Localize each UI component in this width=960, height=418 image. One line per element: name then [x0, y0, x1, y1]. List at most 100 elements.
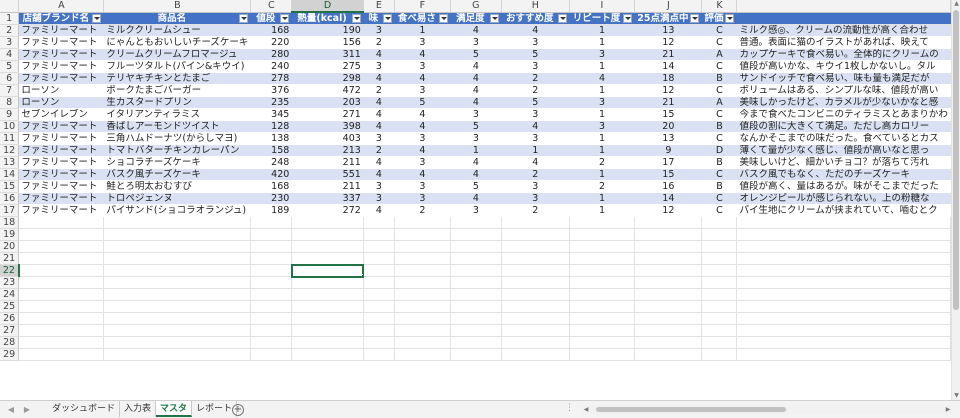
sheet-tab[interactable]: マスタ — [156, 401, 193, 417]
empty-cell[interactable] — [569, 240, 636, 253]
table-cell[interactable]: 13 — [634, 24, 703, 37]
table-cell[interactable]: 値段が高く、量はあるが。味がそこまでだった — [736, 180, 951, 193]
empty-cell[interactable] — [569, 348, 636, 361]
table-cell[interactable]: 3 — [501, 132, 570, 145]
table-cell[interactable]: 13 — [634, 132, 703, 145]
table-cell[interactable]: 3 — [363, 24, 395, 37]
table-header-cell[interactable]: 味 — [363, 12, 395, 25]
select-all-corner[interactable] — [0, 0, 20, 13]
empty-cell[interactable] — [18, 240, 105, 253]
empty-cell[interactable] — [501, 300, 570, 313]
table-cell[interactable]: 4 — [394, 48, 451, 61]
table-cell[interactable]: ボリュームはある、シンプルな味、値段が高い — [736, 84, 951, 97]
table-cell[interactable]: 3 — [501, 60, 570, 73]
row-header-9[interactable]: 9 — [0, 108, 20, 121]
empty-cell[interactable] — [634, 216, 703, 229]
table-cell[interactable]: C — [701, 84, 738, 97]
table-cell[interactable]: 1 — [501, 144, 570, 157]
empty-cell[interactable] — [501, 348, 570, 361]
table-header-cell[interactable] — [736, 12, 951, 25]
filter-dropdown-icon[interactable] — [725, 13, 735, 23]
table-cell[interactable]: 2 — [569, 180, 636, 193]
filter-dropdown-icon[interactable] — [280, 13, 290, 23]
row-header-13[interactable]: 13 — [0, 156, 20, 169]
table-cell[interactable]: C — [701, 168, 738, 181]
empty-cell[interactable] — [501, 264, 570, 277]
empty-cell[interactable] — [363, 336, 395, 349]
table-cell[interactable]: イタリアンティラミス — [103, 108, 252, 121]
table-cell[interactable]: 5 — [450, 48, 502, 61]
empty-cell[interactable] — [291, 324, 364, 337]
empty-cell[interactable] — [18, 312, 105, 325]
column-header-b[interactable]: B — [103, 0, 252, 13]
empty-cell[interactable] — [634, 288, 703, 301]
empty-cell[interactable] — [569, 336, 636, 349]
table-cell[interactable]: 4 — [363, 156, 395, 169]
empty-cell[interactable] — [394, 348, 451, 361]
empty-cell[interactable] — [701, 300, 738, 313]
table-cell[interactable]: 3 — [450, 36, 502, 49]
empty-cell[interactable] — [736, 300, 951, 313]
active-cell[interactable] — [290, 263, 365, 278]
table-cell[interactable]: ファミリーマート — [18, 168, 105, 181]
empty-cell[interactable] — [18, 288, 105, 301]
table-cell[interactable]: 2 — [501, 168, 570, 181]
row-header-11[interactable]: 11 — [0, 132, 20, 145]
row-header-10[interactable]: 10 — [0, 120, 20, 133]
empty-cell[interactable] — [18, 336, 105, 349]
empty-cell[interactable] — [250, 288, 293, 301]
table-cell[interactable]: 3 — [501, 180, 570, 193]
empty-cell[interactable] — [103, 240, 252, 253]
scroll-right-icon[interactable]: ▶ — [944, 405, 952, 414]
table-cell[interactable]: 12 — [634, 204, 703, 217]
table-cell[interactable]: 値段の割に大きくて満足。ただし高カロリー — [736, 120, 951, 133]
table-cell[interactable]: 4 — [450, 96, 502, 109]
table-cell[interactable]: ファミリーマート — [18, 156, 105, 169]
table-cell[interactable]: 3 — [501, 36, 570, 49]
sheet-tab[interactable]: レポート — [192, 401, 238, 417]
column-header-f[interactable]: F — [394, 0, 451, 13]
empty-cell[interactable] — [394, 252, 451, 265]
scroll-left-icon[interactable]: ◀ — [582, 405, 590, 414]
table-cell[interactable]: テリヤキチキンとたまご — [103, 72, 252, 85]
table-cell[interactable]: 298 — [291, 72, 364, 85]
table-cell[interactable]: 3 — [394, 180, 451, 193]
table-cell[interactable]: 4 — [363, 96, 395, 109]
table-cell[interactable]: 2 — [394, 204, 451, 217]
row-header-17[interactable]: 17 — [0, 204, 20, 217]
table-cell[interactable]: 今まで食べたコンビニのティラミスとあまりかわ — [736, 108, 951, 121]
empty-cell[interactable] — [450, 324, 502, 337]
table-cell[interactable]: 1 — [569, 108, 636, 121]
more-options-icon[interactable]: ⋮ — [565, 403, 574, 413]
empty-cell[interactable] — [701, 240, 738, 253]
table-cell[interactable]: 3 — [394, 192, 451, 205]
table-cell[interactable]: 1 — [569, 84, 636, 97]
table-header-cell[interactable]: 熱量(kcal) — [291, 12, 364, 25]
row-header-29[interactable]: 29 — [0, 348, 20, 361]
table-cell[interactable]: 2 — [363, 84, 395, 97]
table-cell[interactable]: ポークたまごバーガー — [103, 84, 252, 97]
column-header-d[interactable]: D — [291, 0, 364, 13]
table-cell[interactable]: 21 — [634, 96, 703, 109]
empty-cell[interactable] — [501, 324, 570, 337]
row-header-18[interactable]: 18 — [0, 216, 20, 229]
table-cell[interactable]: 1 — [569, 144, 636, 157]
table-cell[interactable]: A — [701, 48, 738, 61]
empty-cell[interactable] — [394, 228, 451, 241]
filter-dropdown-icon[interactable] — [239, 13, 249, 23]
column-header-i[interactable]: I — [569, 0, 636, 13]
empty-cell[interactable] — [394, 288, 451, 301]
row-header-8[interactable]: 8 — [0, 96, 20, 109]
empty-cell[interactable] — [450, 240, 502, 253]
empty-cell[interactable] — [569, 276, 636, 289]
table-cell[interactable]: 4 — [363, 72, 395, 85]
empty-cell[interactable] — [250, 240, 293, 253]
empty-cell[interactable] — [250, 312, 293, 325]
table-cell[interactable]: 240 — [250, 60, 293, 73]
empty-cell[interactable] — [103, 264, 252, 277]
table-cell[interactable]: 3 — [394, 60, 451, 73]
row-header-7[interactable]: 7 — [0, 84, 20, 97]
table-cell[interactable]: 5 — [501, 96, 570, 109]
table-cell[interactable]: 14 — [634, 192, 703, 205]
empty-cell[interactable] — [701, 264, 738, 277]
